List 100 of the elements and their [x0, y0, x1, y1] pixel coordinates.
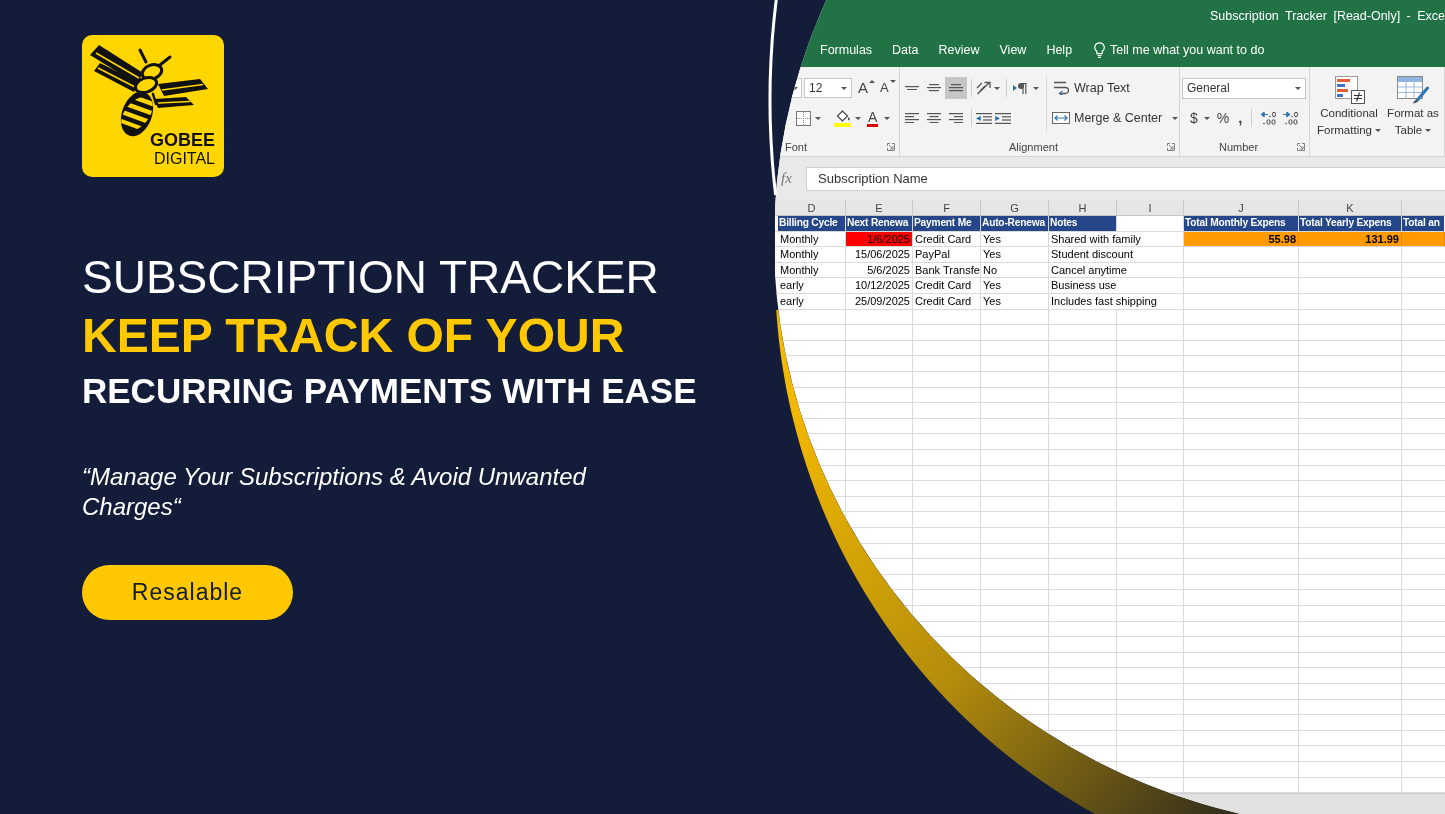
ribbon-tab[interactable]: Review: [928, 32, 990, 67]
summary-cell: 131.99: [1299, 231, 1402, 247]
caret-icon: [841, 86, 847, 90]
table-header-cell: Next Renewa: [846, 216, 912, 231]
insert-function-button[interactable]: fx: [775, 170, 806, 187]
table-cell-text: Bank Transfe: [914, 262, 980, 278]
table-cell-text: Credit Card: [914, 231, 973, 247]
summary-cell: 55.98: [1184, 231, 1299, 247]
table-cell-text: Monthly: [779, 247, 820, 262]
table-cell-text: PayPal: [914, 247, 951, 262]
table-cell-text: Yes: [982, 247, 1002, 262]
format-table-icon: [1397, 76, 1429, 104]
column-header[interactable]: D: [778, 200, 846, 215]
number-format-field[interactable]: General: [1182, 77, 1306, 99]
brand-tagline: DIGITAL: [153, 150, 215, 167]
grow-font-button[interactable]: A: [858, 80, 875, 96]
percent-button[interactable]: %: [1216, 110, 1230, 126]
shrink-font-button[interactable]: A: [880, 80, 896, 96]
tell-me-field[interactable]: Tell me what you want to do: [1094, 37, 1276, 62]
dialog-launcher-icon[interactable]: [1297, 142, 1305, 151]
caret-icon[interactable]: [1033, 86, 1039, 90]
cta-button[interactable]: Resalable: [82, 565, 293, 620]
formula-field[interactable]: Subscription Name: [806, 166, 1445, 191]
group-label: Font: [785, 140, 807, 153]
table-cell-text: Credit Card: [914, 278, 973, 293]
table-cell-text: 25/09/2025: [853, 293, 911, 309]
table-header-cell: Total an: [1402, 216, 1444, 231]
decrease-indent-icon[interactable]: [976, 112, 992, 124]
align-center-icon[interactable]: [927, 112, 941, 124]
summary-cell: [1402, 231, 1445, 247]
caret-icon: [1295, 86, 1301, 90]
caret-icon: [889, 80, 896, 83]
table-cell-text: early: [779, 293, 805, 309]
fill-color-icon[interactable]: [834, 109, 851, 127]
wrap-text-button[interactable]: Wrap Text: [1050, 81, 1130, 95]
currency-button[interactable]: $: [1190, 110, 1198, 126]
align-right-icon[interactable]: [949, 112, 963, 124]
ribbon-tab[interactable]: Formulas: [810, 32, 883, 67]
align-left-icon[interactable]: [905, 112, 919, 124]
table-header-cell: Billing Cycle: [778, 216, 845, 231]
headline-title: SUBSCRIPTION TRACKER: [82, 250, 659, 305]
quote-text: “Manage Your Subscriptions & Avoid Unwanted Charges“: [82, 462, 588, 522]
caret-icon[interactable]: [994, 86, 1000, 90]
wrap-text-icon: [1054, 81, 1070, 95]
dialog-launcher-icon[interactable]: [887, 142, 895, 151]
font-size-field[interactable]: 12: [804, 78, 852, 98]
table-cell-text: 15/06/2025: [853, 247, 911, 262]
paragraph-icon[interactable]: [1013, 82, 1027, 94]
table-cell-text: 5/6/2025: [866, 262, 911, 278]
column-header[interactable]: F: [913, 200, 981, 215]
conditional-formatting-button[interactable]: Conditional Formatting: [1314, 76, 1384, 139]
format-table-button[interactable]: Format as Table: [1384, 76, 1442, 139]
table-cell: 1/6/2025: [846, 231, 912, 247]
brand-name: GOBEE: [150, 131, 215, 150]
dialog-launcher-icon[interactable]: [1167, 142, 1175, 151]
column-header[interactable]: G: [981, 200, 1049, 215]
headline-subtitle: RECURRING PAYMENTS WITH EASE: [82, 370, 697, 412]
group-label: Alignment: [1009, 140, 1058, 153]
column-header[interactable]: K: [1299, 200, 1402, 215]
table-header-cell: Notes: [1049, 216, 1116, 231]
table-cell-text: Monthly: [779, 262, 820, 278]
column-header[interactable]: E: [846, 200, 913, 215]
orientation-icon[interactable]: [976, 81, 992, 95]
table-cell-text: Monthly: [779, 231, 820, 247]
conditional-formatting-icon: [1333, 76, 1365, 104]
window-title: Subscription Tracker [Read-Only] - Exce: [1210, 9, 1445, 23]
caret-icon: [792, 86, 798, 90]
group-label: Number: [1218, 140, 1259, 153]
ribbon-tab[interactable]: Data: [882, 32, 929, 67]
column-header[interactable]: I: [1117, 200, 1184, 215]
vertical-align-button[interactable]: [945, 77, 967, 99]
caret-icon[interactable]: [855, 116, 861, 120]
table-header-cell: Total Monthly Expens: [1184, 216, 1298, 231]
column-header[interactable]: J: [1184, 200, 1299, 215]
table-header-cell: Payment Me: [913, 216, 980, 231]
decrease-decimal-icon[interactable]: [1283, 111, 1301, 125]
borders-icon[interactable]: [796, 110, 811, 126]
table-header-cell: Auto-Renewa: [981, 216, 1048, 231]
comma-style-button[interactable]: ,: [1238, 110, 1243, 126]
table-cell-text: No: [982, 262, 999, 278]
caret-icon[interactable]: [815, 116, 821, 120]
column-header[interactable]: H: [1049, 200, 1117, 215]
merge-center-button[interactable]: Merge & Center: [1050, 111, 1179, 125]
table-cell-text: Yes: [982, 231, 1002, 247]
lightbulb-icon: [1094, 41, 1106, 58]
caret-icon: [884, 116, 891, 120]
table-cell-text: Yes: [982, 278, 1002, 293]
caret-icon: [869, 80, 875, 83]
table-cell-text: 10/12/2025: [853, 278, 911, 293]
table-cell-text: Credit Card: [914, 293, 973, 309]
caret-icon[interactable]: [1203, 116, 1210, 120]
ribbon-tab[interactable]: Help: [1036, 32, 1083, 67]
ribbon-tab[interactable]: View: [989, 32, 1037, 67]
caret-icon: [1172, 116, 1179, 120]
font-color-button[interactable]: A: [867, 109, 891, 127]
caret-icon: [1375, 129, 1381, 133]
table-cell-text: Yes: [982, 293, 1002, 309]
increase-decimal-icon[interactable]: [1261, 111, 1279, 125]
increase-indent-icon[interactable]: [995, 112, 1011, 124]
table-cell-text: early: [779, 278, 805, 293]
